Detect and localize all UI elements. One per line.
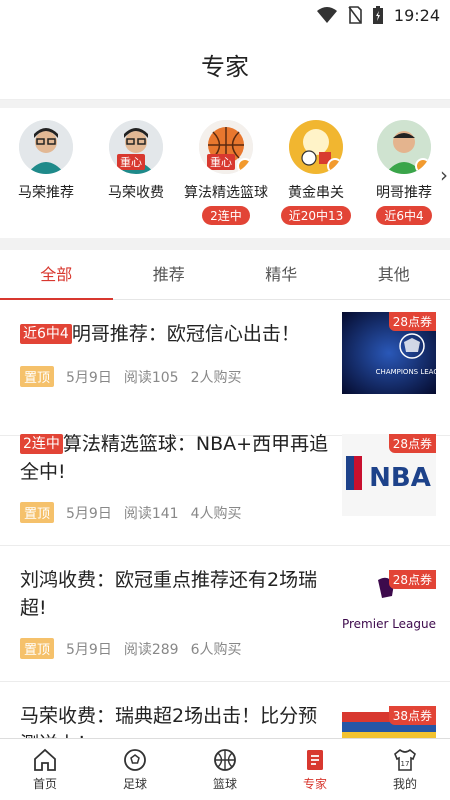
nav-basketball[interactable]: 篮球: [180, 739, 270, 800]
thumb-text: CHAMPIONS LEAGUE: [376, 368, 436, 376]
article-date: 5月9日: [66, 505, 112, 522]
status-badge: 重心: [117, 154, 145, 170]
bottom-navigation: 首页 足球 篮球 专家 17 我的: [0, 738, 450, 800]
coupon-badge: 28点券: [388, 312, 436, 331]
article-title: 2连中 算法精选篮球：NBA+西甲再追全中!: [20, 430, 330, 486]
streak-badge: 近20中13: [280, 206, 352, 225]
article-reads: 阅读141: [123, 505, 179, 522]
fire-icon: [237, 158, 253, 174]
status-bar: 19:24: [0, 0, 450, 30]
expert-name: 马荣推荐: [18, 185, 74, 201]
streak-badge: 近6中4: [376, 206, 432, 225]
thumb-text: NBA: [369, 463, 431, 493]
tab-all[interactable]: 全部: [0, 250, 113, 300]
nav-football-label: 足球: [122, 777, 147, 791]
nav-experts-label: 专家: [302, 777, 327, 791]
tab-recommend[interactable]: 推荐: [113, 250, 226, 299]
expert-item[interactable]: 重心 算法精选篮球 2连中: [180, 120, 272, 225]
thumb-text: Premier League: [342, 617, 436, 631]
article-meta: 置顶 5月9日 阅读105 2人购买: [20, 366, 242, 387]
nav-basketball-label: 篮球: [212, 777, 237, 791]
home-icon: [34, 748, 56, 771]
article-buyers: 4人购买: [190, 505, 242, 522]
tab-featured[interactable]: 精华: [225, 250, 338, 299]
article-buyers: 2人购买: [190, 369, 242, 386]
nav-experts[interactable]: 专家: [270, 739, 360, 800]
coupon-badge: 28点券: [388, 434, 436, 453]
article-title-text: 刘鸿收费：欧冠重点推荐还有2场瑞超!: [20, 569, 318, 619]
article-meta: 置顶 5月9日 阅读289 6人购买: [20, 638, 242, 659]
article-title-text: 明哥推荐：欧冠信心出击！: [71, 323, 300, 345]
article-reads: 阅读289: [123, 641, 179, 658]
article-thumbnail: 38点券: [342, 706, 436, 738]
nav-profile[interactable]: 17 我的: [360, 739, 450, 800]
article-title: 刘鸿收费：欧冠重点推荐还有2场瑞超!: [20, 566, 330, 622]
jersey-icon: 17: [394, 748, 416, 771]
document-icon: [307, 750, 323, 770]
expert-name: 明哥推荐: [376, 185, 432, 201]
avatar: 重心: [199, 120, 253, 174]
article-meta: 置顶 5月9日 阅读141 4人购买: [20, 502, 242, 523]
fire-icon: [415, 158, 431, 174]
filter-tabs: 全部 推荐 精华 其他: [0, 250, 450, 300]
streak-tag: 2连中: [20, 434, 63, 454]
fire-icon: [327, 158, 343, 174]
expert-item[interactable]: 重心 马荣收费: [90, 120, 182, 202]
avatar: [377, 120, 431, 174]
article-title-text: 马荣收费：瑞典超2场出击！比分预测送上！: [20, 705, 318, 738]
article-list: 近6中4 明哥推荐：欧冠信心出击！ 置顶 5月9日 阅读105 2人购买 CHAM…: [0, 300, 450, 738]
football-icon: [124, 749, 146, 771]
article-buyers: 6人购买: [190, 641, 242, 658]
article-date: 5月9日: [66, 641, 112, 658]
coupon-badge: 28点券: [388, 570, 436, 589]
article-title: 马荣收费：瑞典超2场出击！比分预测送上！: [20, 702, 330, 738]
pinned-badge: 置顶: [20, 638, 55, 659]
no-sim-icon: [348, 6, 362, 24]
wifi-icon: [316, 7, 337, 23]
coupon-badge: 38点券: [388, 706, 436, 725]
chevron-right-icon[interactable]: ›: [440, 163, 448, 187]
pinned-badge: 置顶: [20, 366, 55, 387]
article-thumbnail: Premier League 28点券: [342, 570, 436, 652]
article-title: 近6中4 明哥推荐：欧冠信心出击！: [20, 320, 330, 348]
status-badge: 重心: [207, 154, 235, 170]
svg-text:17: 17: [401, 760, 410, 768]
article-thumbnail: NBA 28点券: [342, 434, 436, 516]
nav-profile-label: 我的: [392, 777, 417, 791]
avatar: 重心: [109, 120, 163, 174]
nav-home-label: 首页: [32, 777, 57, 791]
tab-other[interactable]: 其他: [338, 250, 450, 299]
expert-carousel[interactable]: 马荣推荐 重心 马荣收费 重心 算法精选篮球 2连中 黄金串关 近20中13 明…: [0, 108, 450, 238]
list-item[interactable]: 马荣收费：瑞典超2场出击！比分预测送上！ 38点券: [0, 682, 450, 738]
list-item[interactable]: 2连中 算法精选篮球：NBA+西甲再追全中! 置顶 5月9日 阅读141 4人购买…: [0, 410, 450, 546]
expert-name: 算法精选篮球: [184, 185, 268, 201]
article-thumbnail: CHAMPIONS LEAGUE 28点券: [342, 312, 436, 394]
streak-badge: 2连中: [202, 206, 250, 225]
expert-item[interactable]: 马荣推荐: [0, 120, 92, 202]
nav-football[interactable]: 足球: [90, 739, 180, 800]
pinned-badge: 置顶: [20, 502, 55, 523]
article-reads: 阅读105: [123, 369, 179, 386]
article-date: 5月9日: [66, 369, 112, 386]
expert-item[interactable]: 明哥推荐 近6中4: [358, 120, 450, 225]
clock: 19:24: [393, 5, 440, 25]
article-title-text: 算法精选篮球：NBA+西甲再追全中!: [20, 433, 329, 483]
expert-item[interactable]: 黄金串关 近20中13: [270, 120, 362, 225]
nav-home[interactable]: 首页: [0, 739, 90, 800]
page-title: 专家: [0, 30, 450, 100]
basketball-icon: [214, 749, 236, 771]
battery-icon: [372, 6, 383, 24]
list-item[interactable]: 刘鸿收费：欧冠重点推荐还有2场瑞超! 置顶 5月9日 阅读289 6人购买 Pr…: [0, 546, 450, 682]
avatar: [289, 120, 343, 174]
expert-name: 黄金串关: [288, 185, 344, 201]
avatar: [19, 120, 73, 174]
expert-name: 马荣收费: [108, 185, 164, 201]
streak-tag: 近6中4: [20, 324, 72, 344]
